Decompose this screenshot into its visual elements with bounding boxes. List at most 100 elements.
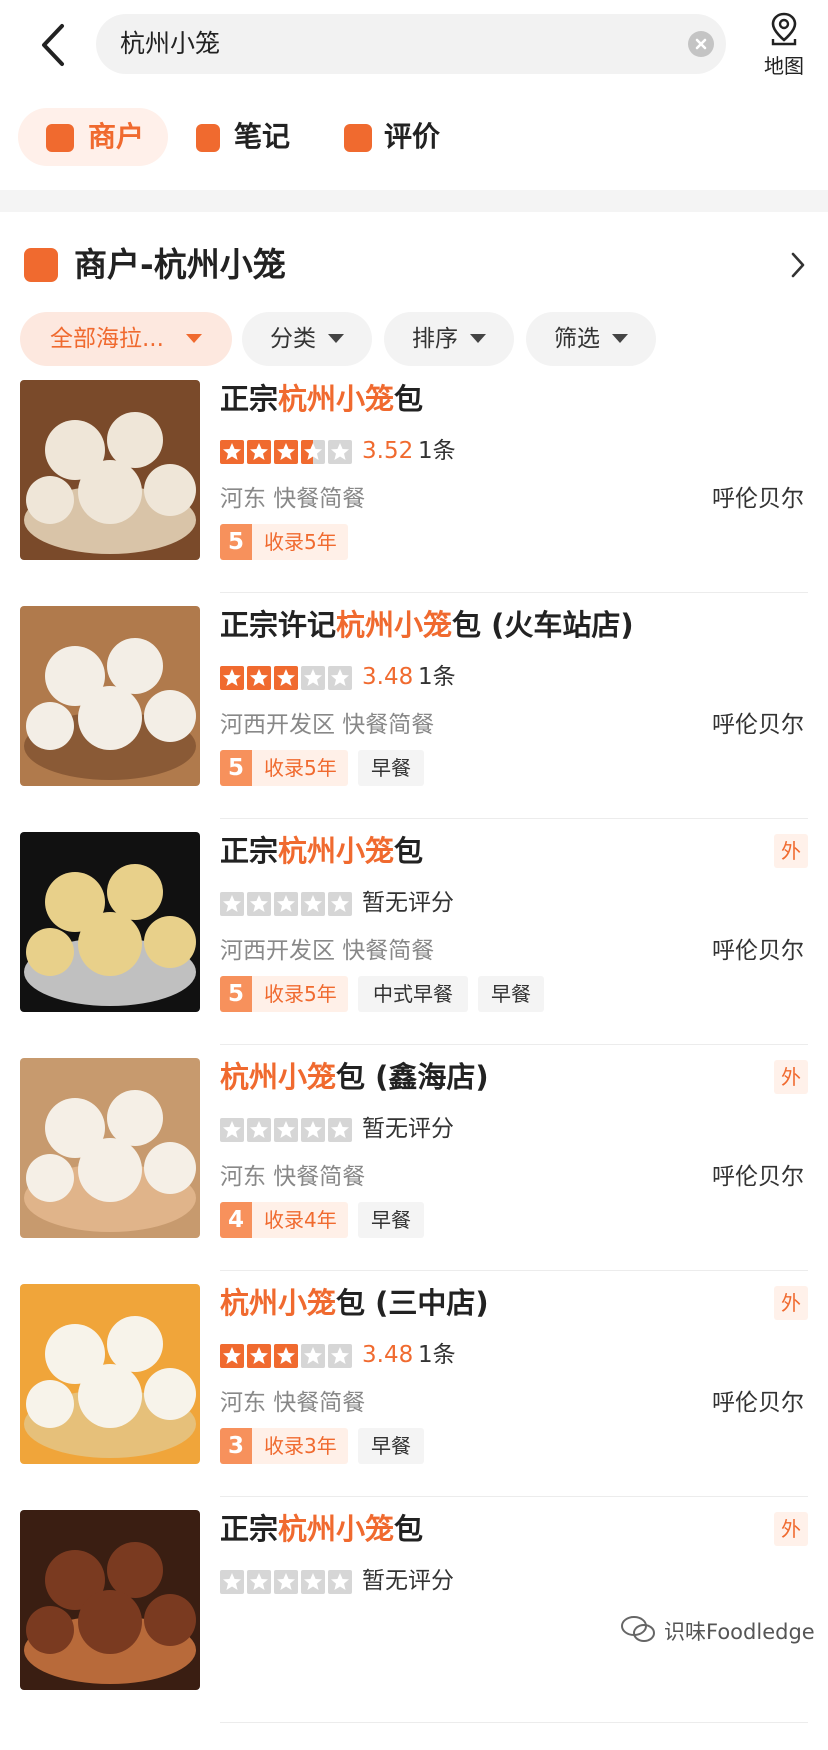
map-pin-icon: [771, 12, 797, 46]
shop-icon: [46, 124, 74, 152]
shop-name-highlight: 杭州小笼: [278, 834, 395, 868]
search-input[interactable]: 杭州小笼: [96, 14, 726, 74]
divider: [220, 1044, 808, 1045]
category-tag: 早餐: [358, 1202, 424, 1238]
chevron-left-icon: [42, 24, 64, 66]
shop-name-highlight: 杭州小笼: [278, 1512, 395, 1546]
meta-row: 河东 快餐简餐 呼伦贝尔: [220, 1162, 810, 1192]
star-icon: [247, 666, 271, 690]
region-category: 河西开发区 快餐简餐: [220, 938, 435, 964]
shop-photo: [20, 380, 200, 560]
review-count: 1条: [418, 1342, 456, 1368]
star-icon: [274, 1570, 298, 1594]
years-text: 收录5年: [264, 756, 337, 780]
list-item[interactable]: 正宗许记杭州小笼包 (火车站店) 3.48 1条 河西开发区 快餐简餐 呼伦贝尔 5 收录5…: [0, 606, 828, 846]
region-category: 河东 快餐简餐: [220, 1390, 366, 1416]
star-icon: [328, 666, 352, 690]
shop-name[interactable]: 杭州小笼包 (三中店): [220, 1284, 489, 1322]
shop-photo: [20, 606, 200, 786]
years-text: 收录3年: [264, 1434, 337, 1458]
merchant-section-header[interactable]: 商户-杭州小笼: [0, 236, 828, 296]
filter-bar: 全部海拉... 分类 排序 筛选: [0, 312, 828, 368]
shop-name-suffix: 包: [394, 834, 424, 868]
shop-name-prefix: 正宗: [220, 382, 279, 416]
shop-name[interactable]: 正宗许记杭州小笼包 (火车站店): [220, 606, 634, 644]
star-rating: [220, 1118, 352, 1142]
shop-name-suffix: 包 (火车站店): [452, 608, 634, 642]
map-label: 地图: [764, 54, 804, 78]
star-icon: [301, 440, 325, 464]
shop-name[interactable]: 杭州小笼包 (鑫海店): [220, 1058, 489, 1096]
shop-photo: [20, 1058, 200, 1238]
years-number: 4: [220, 1202, 252, 1238]
no-rating-text: 暂无评分: [362, 890, 454, 916]
years-number: 5: [220, 976, 252, 1012]
filter-screen[interactable]: 筛选: [526, 312, 656, 366]
caret-down-icon: [470, 334, 486, 343]
food-photo: [24, 1316, 196, 1458]
shop-photo: [20, 1510, 200, 1690]
rating-score: 3.52: [362, 438, 414, 464]
food-photo: [24, 1090, 196, 1232]
star-icon: [247, 1570, 271, 1594]
star-icon: [220, 1570, 244, 1594]
years-listed-badge: 5 收录5年: [220, 976, 348, 1012]
takeout-badge: 外: [774, 1512, 808, 1546]
clear-search-button[interactable]: [688, 31, 714, 57]
shop-name[interactable]: 正宗杭州小笼包: [220, 832, 423, 870]
filter-sort[interactable]: 排序: [384, 312, 514, 366]
star-icon: [220, 1344, 244, 1368]
category-tag: 中式早餐: [358, 976, 468, 1012]
close-icon: [695, 38, 707, 50]
filter-area[interactable]: 全部海拉...: [20, 312, 232, 366]
star-icon: [274, 1344, 298, 1368]
tab-label: 评价: [384, 120, 441, 153]
list-item[interactable]: 正宗杭州小笼包 3.52 1条 河东 快餐简餐 呼伦贝尔 5 收录5年: [0, 380, 828, 620]
takeout-badge: 外: [774, 1286, 808, 1320]
wechat-icon: [621, 1616, 655, 1642]
filter-category[interactable]: 分类: [242, 312, 372, 366]
search-query-text: 杭州小笼: [120, 29, 221, 58]
meta-row: 河东 快餐简餐 呼伦贝尔: [220, 1388, 810, 1418]
note-icon: [196, 124, 220, 152]
star-rating: [220, 1344, 352, 1368]
star-rating: [220, 1570, 352, 1594]
food-photo: [24, 638, 196, 780]
food-photo: [24, 1542, 196, 1684]
back-button[interactable]: [36, 20, 76, 70]
tab-notes[interactable]: 笔记: [178, 108, 318, 166]
list-item[interactable]: 正宗杭州小笼包 外暂无评分 河西开发区 快餐简餐 呼伦贝尔 5 收录5年 中式早餐 早餐: [0, 832, 828, 1072]
map-button[interactable]: 地图: [752, 10, 816, 80]
category-tag: 早餐: [358, 750, 424, 786]
years-listed-badge: 5 收录5年: [220, 524, 348, 560]
shop-name[interactable]: 正宗杭州小笼包: [220, 1510, 423, 1548]
tab-reviews[interactable]: 评价: [328, 108, 468, 166]
shop-name-highlight: 杭州小笼: [336, 608, 453, 642]
list-item[interactable]: 杭州小笼包 (鑫海店) 外暂无评分 河东 快餐简餐 呼伦贝尔 4 收录4年 早餐: [0, 1058, 828, 1298]
divider: [220, 1496, 808, 1497]
meta-row: 河西开发区 快餐简餐 呼伦贝尔: [220, 710, 810, 740]
star-icon: [301, 666, 325, 690]
list-item[interactable]: 杭州小笼包 (三中店) 外 3.48 1条 河东 快餐简餐 呼伦贝尔 3 收录3年 早餐: [0, 1284, 828, 1524]
shop-photo: [20, 1284, 200, 1464]
shop-name[interactable]: 正宗杭州小笼包: [220, 380, 423, 418]
caret-down-icon: [328, 334, 344, 343]
shop-name-highlight: 杭州小笼: [220, 1286, 337, 1320]
city: 呼伦贝尔: [712, 486, 804, 512]
city: 呼伦贝尔: [712, 938, 804, 964]
watermark-text: 识味Foodledge: [664, 1620, 815, 1644]
years-number: 3: [220, 1428, 252, 1464]
tab-merchants[interactable]: 商户: [18, 108, 168, 166]
shop-name-suffix: 包 (鑫海店): [336, 1060, 489, 1094]
star-icon: [328, 440, 352, 464]
years-number: 5: [220, 750, 252, 786]
years-number: 5: [220, 524, 252, 560]
shop-name-suffix: 包: [394, 1512, 424, 1546]
city: 呼伦贝尔: [712, 712, 804, 738]
star-icon: [220, 892, 244, 916]
star-icon: [301, 1570, 325, 1594]
shop-name-prefix: 正宗: [220, 834, 279, 868]
star-icon: [274, 440, 298, 464]
region-category: 河东 快餐简餐: [220, 1164, 366, 1190]
header: 杭州小笼 地图: [0, 0, 828, 90]
